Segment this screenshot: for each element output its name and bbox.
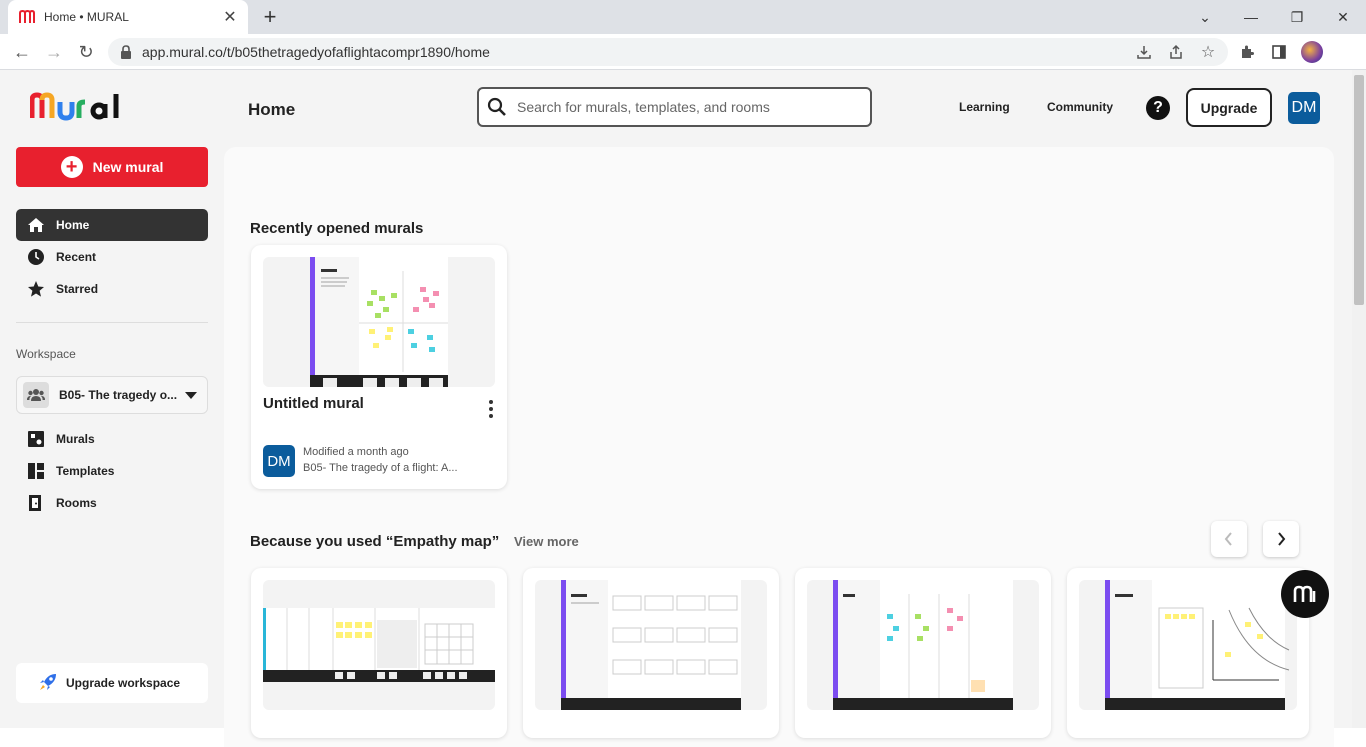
extensions-icon[interactable] <box>1237 42 1257 62</box>
rocket-icon <box>38 672 58 695</box>
url-field[interactable]: app.mural.co/t/b05thetragedyofaflightaco… <box>108 38 1228 66</box>
side-panel-icon[interactable] <box>1269 42 1289 62</box>
browser-tab-bar: Home • MURAL ✕ + ⌄ — ❐ ✕ <box>0 0 1366 34</box>
chevron-right-icon <box>1278 532 1286 546</box>
mural-favicon-icon <box>19 9 35 23</box>
carousel-next-button[interactable] <box>1263 521 1299 557</box>
upgrade-workspace-button[interactable]: Upgrade workspace <box>16 663 208 703</box>
mural-logo-icon <box>1293 585 1316 602</box>
carousel-prev-button[interactable] <box>1211 521 1247 557</box>
team-icon <box>23 382 49 408</box>
restore-icon[interactable]: ❐ <box>1274 0 1320 34</box>
forward-icon[interactable]: → <box>43 41 65 63</box>
mural-thumbnail <box>263 257 495 387</box>
scrollbar-thumb[interactable] <box>1354 75 1364 305</box>
share-icon[interactable] <box>1166 42 1186 62</box>
sidebar-item-templates[interactable]: Templates <box>16 455 208 487</box>
sidebar-item-label: Murals <box>56 432 95 446</box>
bookmark-star-icon[interactable]: ☆ <box>1198 42 1218 62</box>
mural-card-title: Untitled mural <box>263 395 364 412</box>
sidebar-item-murals[interactable]: Murals <box>16 423 208 455</box>
because-section-title: Because you used “Empathy map” <box>250 533 500 550</box>
rooms-icon <box>26 493 46 513</box>
sidebar-item-starred[interactable]: Starred <box>16 273 208 305</box>
install-app-icon[interactable] <box>1134 42 1154 62</box>
sidebar-item-label: Home <box>56 218 90 232</box>
template-card[interactable] <box>251 568 507 738</box>
mural-assistant-button[interactable] <box>1281 570 1329 618</box>
workspace-name: B05- The tragedy o... <box>59 388 178 402</box>
template-thumbnail <box>1079 580 1297 710</box>
mural-card[interactable]: Untitled mural DM Modified a month ago B… <box>251 245 507 489</box>
template-card[interactable] <box>523 568 779 738</box>
more-options-icon[interactable] <box>489 400 493 418</box>
back-icon[interactable]: ← <box>11 41 33 63</box>
upgrade-workspace-label: Upgrade workspace <box>66 676 181 690</box>
window-close-icon[interactable]: ✕ <box>1320 0 1366 34</box>
view-more-link[interactable]: View more <box>514 534 579 549</box>
chevron-down-icon <box>185 392 197 399</box>
workspace-label: Workspace <box>16 347 76 361</box>
murals-icon <box>26 429 46 449</box>
avatar: DM <box>263 445 295 477</box>
page-title: Home <box>248 100 296 119</box>
sidebar-divider <box>16 322 208 323</box>
tab-close-icon[interactable]: ✕ <box>222 7 238 27</box>
community-link[interactable]: Community <box>1047 100 1113 114</box>
url-text: app.mural.co/t/b05thetragedyofaflightaco… <box>142 44 490 60</box>
sidebar-item-rooms[interactable]: Rooms <box>16 487 208 519</box>
minimize-icon[interactable]: — <box>1228 0 1274 34</box>
plus-icon: + <box>60 156 83 178</box>
sidebar-item-label: Rooms <box>56 496 97 510</box>
workspace-text: B05- The tragedy of a flight: A... <box>303 462 458 474</box>
search-placeholder: Search for murals, templates, and rooms <box>517 99 770 115</box>
reload-icon[interactable]: ↻ <box>75 41 97 63</box>
learning-link[interactable]: Learning <box>959 100 1010 114</box>
search-input[interactable]: Search for murals, templates, and rooms <box>477 87 872 127</box>
new-mural-label: New mural <box>92 159 164 175</box>
new-tab-icon[interactable]: + <box>260 4 280 30</box>
chevron-left-icon <box>1224 532 1232 546</box>
modified-text: Modified a month ago <box>303 446 409 458</box>
profile-avatar-icon[interactable] <box>1301 41 1323 63</box>
star-icon <box>26 279 46 299</box>
upgrade-button[interactable]: Upgrade <box>1186 88 1272 127</box>
home-icon <box>26 215 46 235</box>
sidebar-item-label: Starred <box>56 282 99 296</box>
browser-address-bar: ← → ↻ app.mural.co/t/b05thetragedyofafli… <box>0 34 1366 70</box>
search-icon <box>487 97 506 116</box>
user-avatar[interactable]: DM <box>1288 92 1320 124</box>
recent-section-title: Recently opened murals <box>250 220 424 237</box>
template-thumbnail <box>807 580 1039 710</box>
tab-title: Home • MURAL <box>44 10 129 24</box>
browser-tab[interactable]: Home • MURAL ✕ <box>8 0 248 34</box>
mural-logo[interactable] <box>30 90 132 122</box>
help-icon[interactable]: ? <box>1146 96 1170 120</box>
lock-icon <box>121 45 131 59</box>
sidebar-item-home[interactable]: Home <box>16 209 208 241</box>
new-mural-button[interactable]: + New mural <box>16 147 208 187</box>
workspace-select[interactable]: B05- The tragedy o... <box>16 376 208 414</box>
sidebar-item-label: Templates <box>56 464 115 478</box>
template-card[interactable] <box>1067 568 1309 738</box>
tab-search-chevron-icon[interactable]: ⌄ <box>1182 0 1228 34</box>
template-card[interactable] <box>795 568 1051 738</box>
template-thumbnail <box>263 580 495 710</box>
template-thumbnail <box>535 580 767 710</box>
sidebar-item-label: Recent <box>56 250 97 264</box>
sidebar-item-recent[interactable]: Recent <box>16 241 208 273</box>
clock-icon <box>26 247 46 267</box>
templates-icon <box>26 461 46 481</box>
